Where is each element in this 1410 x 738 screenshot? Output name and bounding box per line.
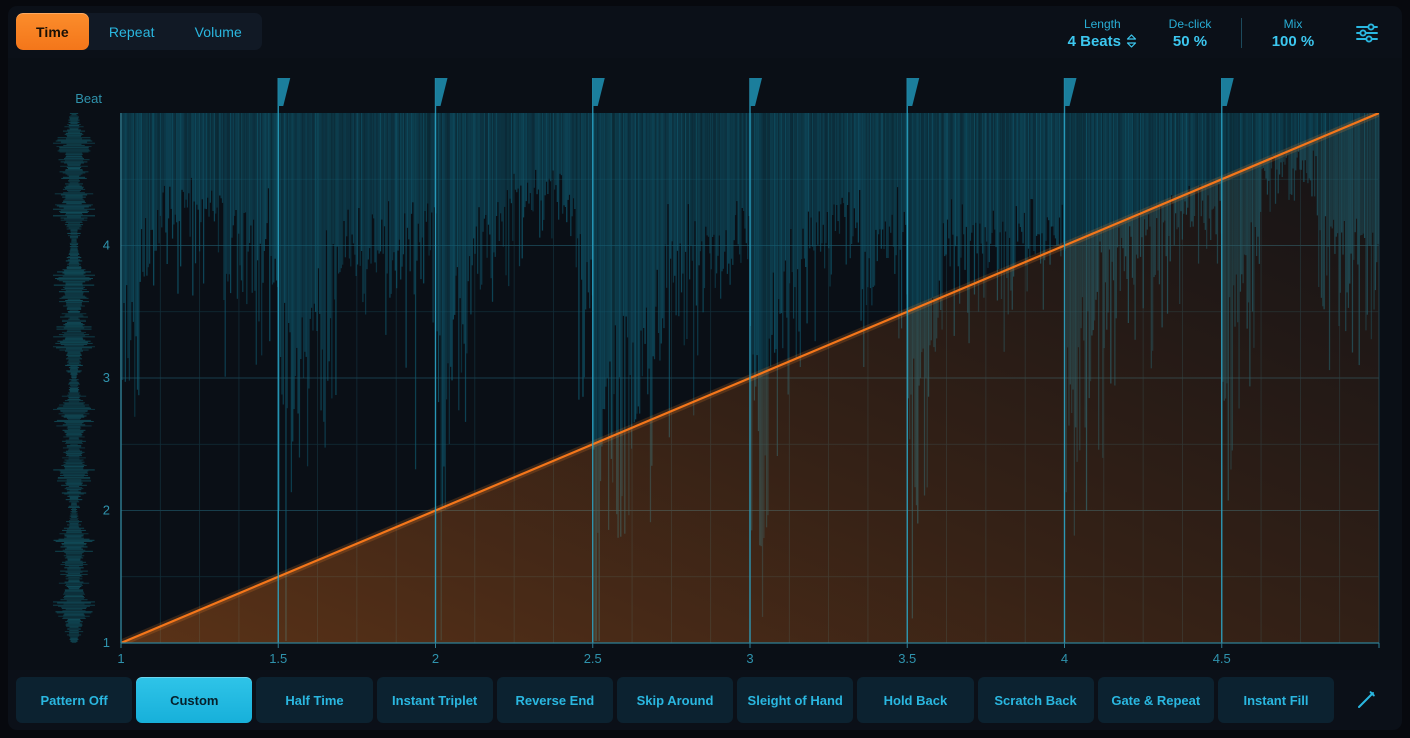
x-tick-label: 4.5 xyxy=(1213,651,1231,666)
preset-bar: Pattern Off Custom Half Time Instant Triple… xyxy=(8,670,1402,730)
param-value-text: 50 % xyxy=(1172,32,1208,50)
x-tick-label: 1.5 xyxy=(269,651,287,666)
preset-half-time[interactable]: Half Time xyxy=(256,677,373,723)
y-tick-label: 3 xyxy=(103,370,110,385)
mode-tab-group: Time Repeat Volume xyxy=(16,13,262,50)
x-tick-label: 4 xyxy=(1061,651,1068,666)
settings-button[interactable] xyxy=(1350,16,1384,50)
param-value-text: 100 % xyxy=(1271,32,1315,50)
x-tick-label: 2 xyxy=(432,651,439,666)
preset-instant-fill[interactable]: Instant Fill xyxy=(1217,677,1335,723)
preset-scratch-back[interactable]: Scratch Back xyxy=(977,677,1094,723)
time-machine-panel: Time Repeat Volume Length 4 Beats De-click 50… xyxy=(0,0,1410,738)
edit-pattern-button[interactable] xyxy=(1338,677,1394,723)
y-tick-label: 1 xyxy=(103,635,110,650)
y-tick-label: 4 xyxy=(103,238,110,253)
graph-axis-title: Beat xyxy=(75,91,102,106)
x-tick-label: 3.5 xyxy=(898,651,916,666)
param-label: De-click xyxy=(1168,16,1212,31)
y-tick-label: 2 xyxy=(103,503,110,518)
param-de-click[interactable]: De-click 50 % xyxy=(1147,16,1233,51)
preset-instant-triplet[interactable]: Instant Triplet xyxy=(376,677,493,723)
stepper-updown-icon[interactable] xyxy=(1126,34,1137,48)
sliders-icon xyxy=(1356,23,1378,43)
param-value-text: 4 Beats xyxy=(1067,32,1121,50)
tab-volume[interactable]: Volume xyxy=(175,13,262,50)
x-tick-label: 1 xyxy=(117,651,124,666)
time-map-graph[interactable]: Beat 1 2 3 4 1 1.5 2 2.5 3 3.5 4 4.5 xyxy=(8,58,1402,670)
param-length[interactable]: Length 4 Beats xyxy=(1058,16,1147,51)
graph-canvas[interactable]: Beat 1 2 3 4 1 1.5 2 2.5 3 3.5 4 4.5 xyxy=(8,58,1402,670)
tab-repeat[interactable]: Repeat xyxy=(89,13,175,50)
param-value[interactable]: 100 % xyxy=(1272,32,1315,51)
preset-gate-repeat[interactable]: Gate & Repeat xyxy=(1097,677,1214,723)
pencil-icon xyxy=(1358,691,1375,708)
preset-sleight-of-hand[interactable]: Sleight of Hand xyxy=(737,677,854,723)
tab-time[interactable]: Time xyxy=(16,13,89,50)
param-label: Length xyxy=(1083,16,1121,31)
param-mix[interactable]: Mix 100 % xyxy=(1250,16,1336,51)
param-value[interactable]: 4 Beats xyxy=(1068,32,1137,51)
x-tick-label: 3 xyxy=(746,651,753,666)
preset-skip-around[interactable]: Skip Around xyxy=(616,677,734,723)
preset-pattern-off[interactable]: Pattern Off xyxy=(16,677,133,723)
preset-hold-back[interactable]: Hold Back xyxy=(857,677,974,723)
preset-custom[interactable]: Custom xyxy=(136,677,253,723)
x-tick-label: 2.5 xyxy=(584,651,602,666)
top-toolbar: Time Repeat Volume Length 4 Beats De-click 50… xyxy=(8,6,1402,58)
param-value[interactable]: 50 % xyxy=(1173,32,1207,51)
param-divider xyxy=(1241,18,1242,48)
preset-reverse-end[interactable]: Reverse End xyxy=(496,677,613,723)
param-label: Mix xyxy=(1283,16,1303,31)
parameter-group: Length 4 Beats De-click 50 % Mix 100 % xyxy=(1058,12,1384,54)
